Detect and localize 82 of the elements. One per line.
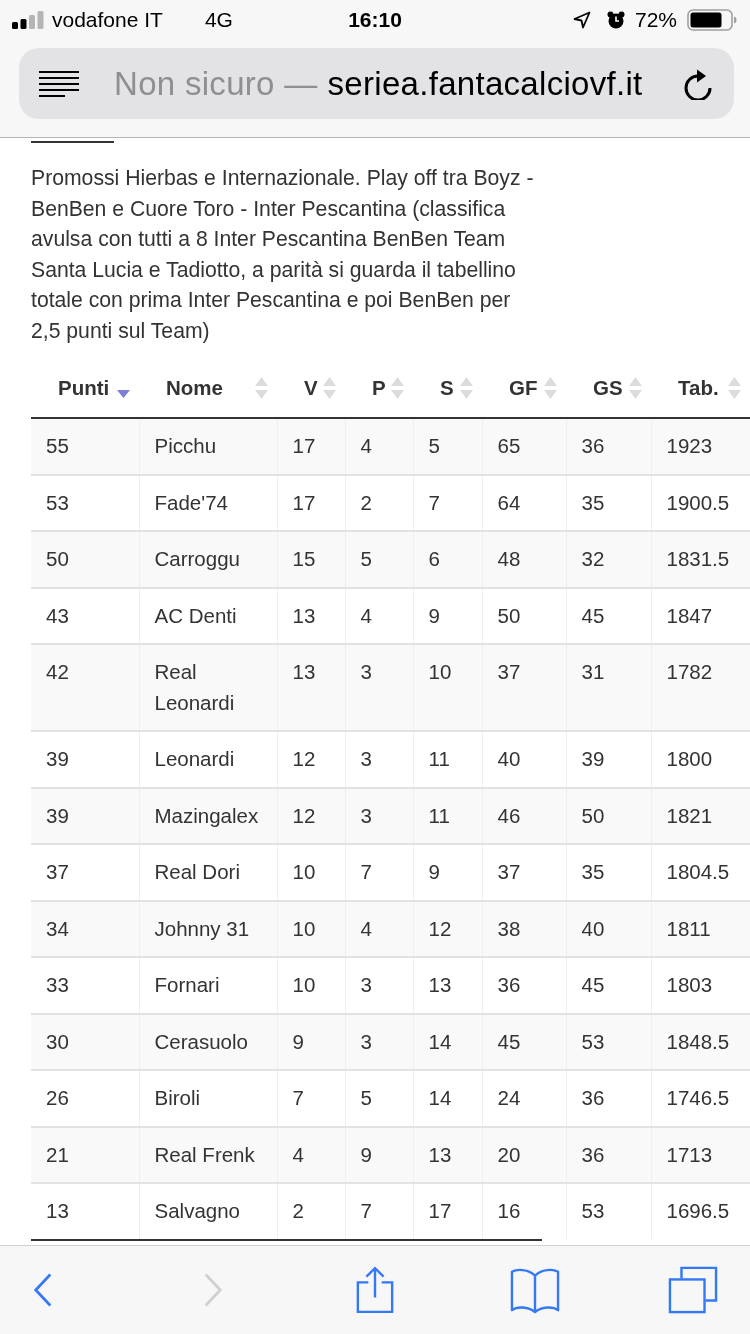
- security-label: Non sicuro —: [114, 64, 318, 103]
- battery-icon: [687, 9, 737, 31]
- table-cell: 1696.5: [651, 1183, 750, 1239]
- table-cell: 14: [413, 1013, 482, 1070]
- table-cell: 50: [31, 531, 139, 588]
- table-cell: 4: [345, 418, 413, 475]
- location-arrow-icon: [572, 11, 591, 29]
- table-cell: 53: [566, 1013, 651, 1070]
- table-cell: 37: [482, 644, 566, 731]
- table-cell: 16: [482, 1183, 566, 1239]
- table-cell: 12: [413, 900, 482, 957]
- table-cell: 15: [277, 531, 345, 588]
- table-cell: 46: [482, 787, 566, 844]
- table-cell: 12: [277, 787, 345, 844]
- table-cell: Picchu: [139, 418, 277, 475]
- alarm-clock-icon: [606, 11, 625, 29]
- table-cell: 3: [345, 1013, 413, 1070]
- table-cell: 40: [566, 900, 651, 957]
- battery-percent: 72%: [634, 8, 677, 32]
- reload-icon[interactable]: [684, 67, 714, 100]
- table-cell: 34: [31, 900, 139, 957]
- table-cell: 30: [31, 1013, 139, 1070]
- status-time: 16:10: [348, 8, 402, 32]
- table-cell: 17: [277, 418, 345, 475]
- table-cell: Johnny 31: [139, 900, 277, 957]
- table-cell: 10: [413, 644, 482, 731]
- table-cell: 1923: [651, 418, 750, 475]
- table-cell: 3: [345, 787, 413, 844]
- table-cell: 10: [277, 900, 345, 957]
- table-cell: 9: [277, 1013, 345, 1070]
- table-cell: 3: [345, 644, 413, 731]
- table-cell: 13: [277, 644, 345, 731]
- bookmarks-button[interactable]: [509, 1266, 561, 1314]
- table-cell: 21: [31, 1126, 139, 1183]
- table-cell: 20: [482, 1126, 566, 1183]
- table-cell: 7: [345, 1183, 413, 1239]
- table-cell: 65: [482, 418, 566, 475]
- table-cell: 38: [482, 900, 566, 957]
- share-button[interactable]: [355, 1266, 395, 1314]
- table-cell: 1821: [651, 787, 750, 844]
- table-cell: 31: [566, 644, 651, 731]
- table-cell: 36: [566, 1126, 651, 1183]
- table-cell: 1831.5: [651, 531, 750, 588]
- back-button[interactable]: [33, 1272, 53, 1308]
- table-cell: 4: [345, 900, 413, 957]
- address-bar[interactable]: Non sicuro — seriea.fantacalciovf.it: [19, 48, 734, 119]
- table-cell: 6: [413, 531, 482, 588]
- table-cell: 45: [482, 1013, 566, 1070]
- table-cell: 42: [31, 644, 139, 731]
- signal-icon: [12, 11, 44, 29]
- table-cell: 2: [277, 1183, 345, 1239]
- carrier-name: vodafone IT: [52, 8, 163, 32]
- table-cell: Mazingalex: [139, 787, 277, 844]
- table-cell: Cerasuolo: [139, 1013, 277, 1070]
- table-cell: 53: [566, 1183, 651, 1239]
- tabs-button[interactable]: [668, 1266, 718, 1314]
- table-cell: 13: [31, 1183, 139, 1239]
- table-cell: 39: [31, 787, 139, 844]
- table-cell: 50: [566, 787, 651, 844]
- table-cell: 17: [413, 1183, 482, 1239]
- network-type: 4G: [204, 8, 233, 32]
- table-cell: 11: [413, 787, 482, 844]
- table-cell: 55: [31, 418, 139, 475]
- table-cell: 1848.5: [651, 1013, 750, 1070]
- table-cell: 5: [413, 418, 482, 475]
- table-cell: Real Frenk: [139, 1126, 277, 1183]
- table-cell: Real Leonardi: [139, 644, 277, 731]
- table-cell: 9: [345, 1126, 413, 1183]
- table-cell: 1782: [651, 644, 750, 731]
- domain-text: seriea.fantacalciovf.it: [327, 64, 643, 103]
- table-cell: 32: [566, 531, 651, 588]
- table-cell: 48: [482, 531, 566, 588]
- table-cell: 1811: [651, 900, 750, 957]
- table-cell: Carroggu: [139, 531, 277, 588]
- table-cell: 36: [566, 418, 651, 475]
- table-cell: Salvagno: [139, 1183, 277, 1239]
- table-cell: 5: [345, 531, 413, 588]
- notice-text: Promossi Hierbas e Internazionale. Play off tra Boyz - BenBen e Cuore Toro - Inter Pescantina (classifica avulsa con tutti a 8 Inter Pescantina BenBen Team Santa Lucia e Tadiotto, a parità si guarda il tabellino totale con prima Inter Pescantina e poi BenBen per 2,5 punti sul Team): [31, 165, 535, 345]
- table-cell: 1713: [651, 1126, 750, 1183]
- reader-view-icon[interactable]: [39, 70, 79, 97]
- table-cell: 13: [413, 1126, 482, 1183]
- table-cell: 4: [277, 1126, 345, 1183]
